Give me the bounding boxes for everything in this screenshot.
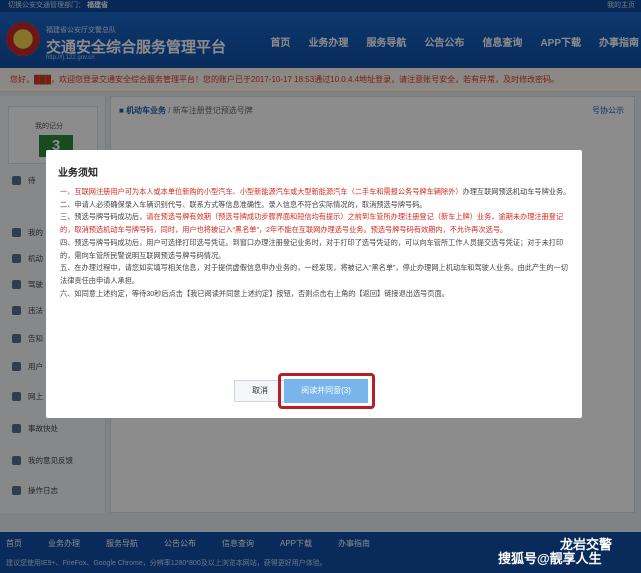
read-and-agree-button[interactable]: 阅读并同意(3) <box>284 379 368 403</box>
dialog-body: 一、互联网注册用户可为本人或本单位新购的小型汽车、小型新能源汽车或大型新能源汽车… <box>60 186 572 300</box>
notice-paragraph-2: 二、申请人必须确保录入车辆识别代号、联系方式等信息准确性。录入信息不符合实际情况… <box>60 199 427 209</box>
notice-paragraph-3: 三、预选号牌号码成功后，请在预选号牌有效期（预选号牌成功步骤界面和短信均有提示）… <box>60 211 572 236</box>
notice-paragraph-1-rest: 办理互联网预选机动车号牌业务。 <box>462 187 571 196</box>
watermark-line-2: 搜狐号@靓享人生 <box>498 551 602 566</box>
notice-paragraph-1-highlight: 一、互联网注册用户可为本人或本单位新购的小型汽车、小型新能源汽车或大型新能源汽车… <box>60 187 463 196</box>
notice-paragraph-4: 四、预选号牌号码成功后，用户可选择打印选号凭证。到窗口办理注册登记业务时，对于打… <box>60 237 564 260</box>
business-notice-dialog: 业务须知 一、互联网注册用户可为本人或本单位新购的小型汽车、小型新能源汽车或大型… <box>46 150 582 418</box>
dialog-title: 业务须知 <box>58 168 98 179</box>
notice-paragraph-6: 六、如同意上述约定，等待30秒后点击【我已阅读并同意上述约定】按钮，否则点击右上… <box>60 288 449 298</box>
notice-paragraph-5: 五、在办理过程中，请您如实填写相关信息，对于提供虚假信息申办业务的，一经发现，将… <box>60 263 568 285</box>
notice-paragraph-1: 一、互联网注册用户可为本人或本单位新购的小型汽车、小型新能源汽车或大型新能源汽车… <box>60 186 572 199</box>
notice-paragraph-3-lead: 三、预选号牌号码成功后， <box>60 212 147 222</box>
